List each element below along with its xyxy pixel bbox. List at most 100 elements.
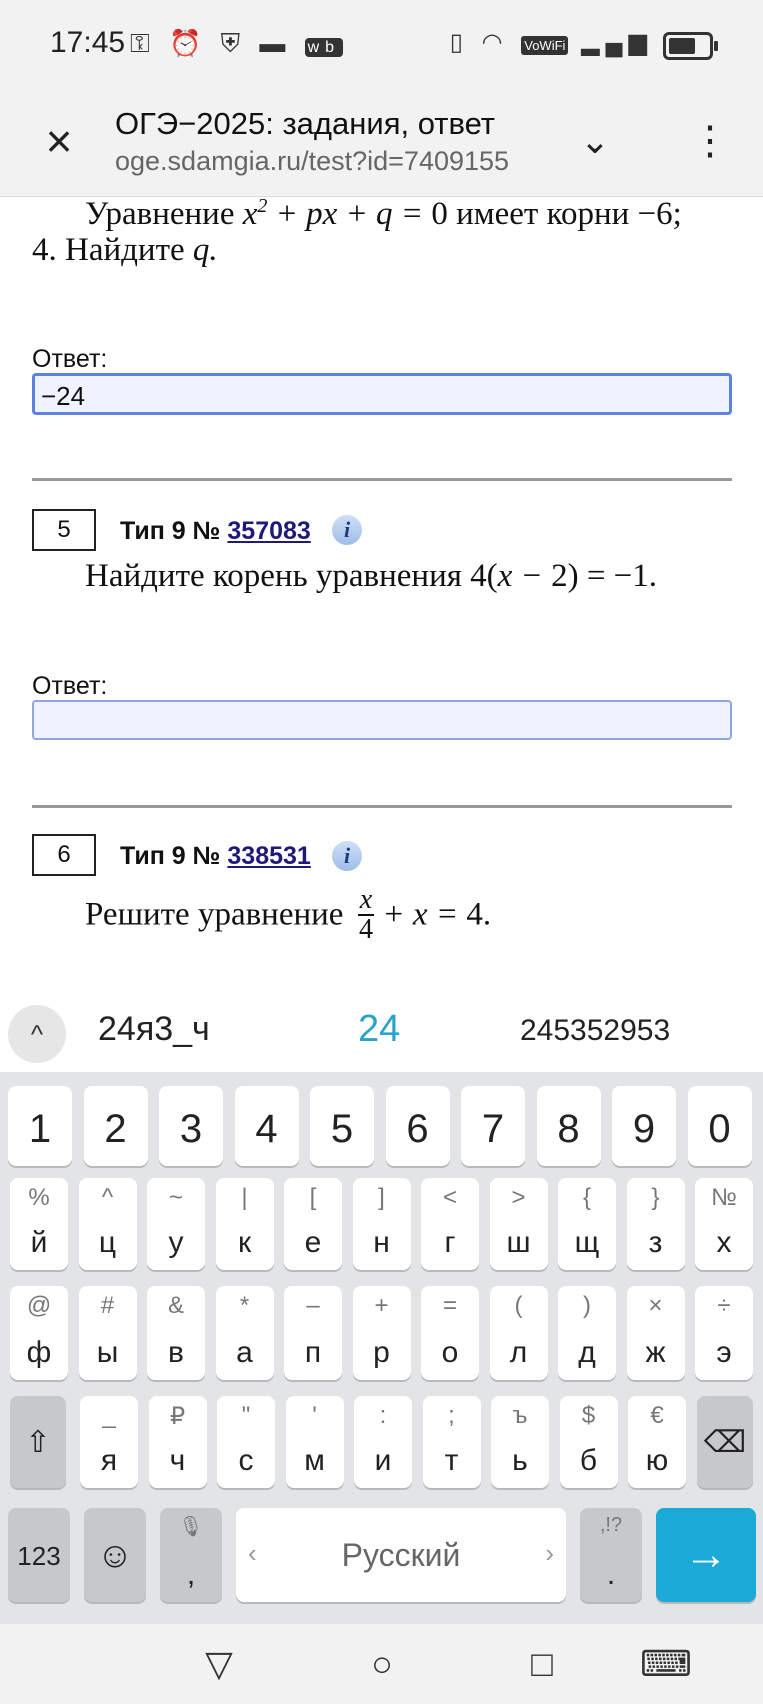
task5-id-link[interactable]: 357083 — [227, 517, 310, 545]
keyboard: 1234567890 % й ^ ц ~ у | к[е] н < г > ш{щ} з № х @ ф # ы & в… — [0, 1072, 763, 1624]
key-и[interactable]: :и — [354, 1396, 412, 1488]
space-right-arrow-icon: › — [545, 1538, 554, 1568]
key-1[interactable]: 1 — [8, 1086, 72, 1166]
task4-text-after: имеет корни −6; — [456, 196, 682, 232]
task5-answer-label: Ответ: — [32, 672, 108, 700]
comma-key[interactable]: 🎙 , — [160, 1508, 222, 1602]
key-6[interactable]: 6 — [385, 1086, 450, 1166]
task4-line2: 4. Найдите q. — [32, 232, 218, 269]
key-3[interactable]: 3 — [159, 1086, 223, 1166]
key-ц[interactable]: ^ ц — [78, 1178, 137, 1270]
suggestion-item-primary[interactable]: 24 — [358, 1008, 400, 1051]
suggestion-item[interactable]: 24я3_ч — [98, 1010, 210, 1049]
vibrate-icon: ▯ — [449, 29, 469, 56]
key-ф[interactable]: @ ф — [10, 1286, 68, 1380]
back-icon[interactable]: ▽ — [189, 1636, 249, 1692]
key-2[interactable]: 2 — [83, 1086, 148, 1166]
key-о[interactable]: = о — [421, 1286, 479, 1380]
close-icon[interactable]: × — [34, 116, 84, 166]
key-е[interactable]: [е — [284, 1178, 342, 1270]
task6-id-link[interactable]: 338531 — [227, 842, 310, 870]
key-д[interactable]: ) д — [558, 1286, 616, 1380]
page-title: ОГЭ−2025: задания, ответ — [115, 106, 495, 141]
task5-number: 5 — [32, 509, 96, 551]
task4-answer-input[interactable]: −24 — [32, 373, 732, 415]
recents-icon[interactable]: □ — [512, 1636, 572, 1692]
key-к[interactable]: | к — [215, 1178, 274, 1270]
key-б[interactable]: $ б — [559, 1396, 618, 1488]
key-п[interactable]: – п — [284, 1286, 342, 1380]
key-н[interactable]: ] н — [352, 1178, 411, 1270]
key-ю[interactable]: € ю — [628, 1396, 686, 1488]
microphone-icon: 🎙 — [178, 1516, 204, 1538]
key-8[interactable]: 8 — [536, 1086, 601, 1166]
key-ч[interactable]: ₽ ч — [148, 1396, 207, 1488]
key-л[interactable]: (л — [489, 1286, 548, 1380]
key-5[interactable]: 5 — [310, 1086, 374, 1166]
status-left-icons: ⚿ ⏰ ⛨ ▬ wb — [130, 28, 344, 60]
key-т[interactable]: ; т — [422, 1396, 481, 1488]
task6-question-text: Решите уравнение — [85, 896, 344, 933]
enter-key[interactable]: → — [656, 1508, 756, 1602]
period-key[interactable]: ,!? . — [580, 1508, 642, 1602]
task5-answer-input[interactable] — [32, 700, 732, 740]
task4-text: Уравнение — [85, 196, 235, 232]
key-9[interactable]: 9 — [612, 1086, 676, 1166]
folder-icon: ▬ — [259, 28, 292, 58]
emoji-key[interactable]: ☺ — [84, 1508, 146, 1602]
keyboard-switch-icon[interactable]: ⌨ — [636, 1636, 696, 1692]
task5-question: Найдите корень уравнения 4(x − 2) = −1. — [85, 558, 657, 595]
task4-variable: q. — [192, 232, 218, 268]
browser-toolbar: × ОГЭ−2025: задания, ответ oge.sdamgia.r… — [0, 88, 763, 197]
key-х[interactable]: № х — [695, 1178, 753, 1270]
key-р[interactable]: + р — [352, 1286, 411, 1380]
key-а[interactable]: * а — [215, 1286, 274, 1380]
space-key[interactable]: ‹ Русский › — [236, 1508, 566, 1602]
task6-type: Тип 9 № 338531 — [120, 842, 311, 871]
page-url[interactable]: oge.sdamgia.ru/test?id=7409155 — [115, 146, 530, 177]
mode-123-key[interactable]: 123 — [8, 1508, 70, 1602]
key-щ[interactable]: {щ — [558, 1178, 616, 1270]
key-ь[interactable]: ъь — [491, 1396, 549, 1488]
key-у[interactable]: ~ у — [147, 1178, 205, 1270]
task6-question: Решите уравнение x 4 + x = 4. — [85, 886, 491, 944]
wb-icon: wb — [304, 38, 344, 57]
task5-info-icon[interactable]: i — [332, 515, 362, 545]
shift-key[interactable]: ⇧ — [10, 1396, 66, 1488]
expand-toolbar-button[interactable]: ^ — [8, 1005, 66, 1063]
task6-info-icon[interactable]: i — [332, 841, 362, 871]
task5-type-label: Тип 9 № — [120, 517, 221, 545]
key-с[interactable]: " с — [217, 1396, 275, 1488]
home-icon[interactable]: ○ — [352, 1636, 412, 1692]
key-0[interactable]: 0 — [687, 1086, 752, 1166]
suggestion-item[interactable]: 245352953 — [520, 1014, 670, 1048]
shield-icon: ⛨ — [220, 28, 247, 58]
key-ж[interactable]: × ж — [626, 1286, 685, 1380]
key-4[interactable]: 4 — [234, 1086, 299, 1166]
task4-answer-label: Ответ: — [32, 345, 108, 373]
chevron-down-icon[interactable]: ⌄ — [570, 116, 620, 166]
task6-type-label: Тип 9 № — [120, 842, 221, 870]
key-7[interactable]: 7 — [461, 1086, 525, 1166]
key-м[interactable]: ' м — [285, 1396, 344, 1488]
alarm-icon: ⏰ — [169, 28, 208, 58]
key-ы[interactable]: # ы — [78, 1286, 137, 1380]
key-в[interactable]: & в — [147, 1286, 205, 1380]
backspace-key[interactable]: ⌫ — [697, 1396, 753, 1488]
battery-icon — [663, 32, 718, 60]
status-right-icons: ▯ ◠ VoWiFi ▂▄▆ — [450, 28, 653, 57]
divider — [32, 805, 732, 808]
divider — [32, 478, 732, 481]
key-ш[interactable]: > ш — [489, 1178, 548, 1270]
key-я[interactable]: _ я — [80, 1396, 138, 1488]
key-г[interactable]: < г — [421, 1178, 479, 1270]
shift-icon: ⇧ — [25, 1426, 51, 1459]
task6-number: 6 — [32, 834, 96, 876]
key-э[interactable]: ÷ э — [695, 1286, 753, 1380]
key-з[interactable]: } з — [626, 1178, 685, 1270]
key-й[interactable]: % й — [10, 1178, 68, 1270]
task5-type: Тип 9 № 357083 — [120, 517, 311, 546]
more-menu-icon[interactable]: ⋮ — [690, 116, 730, 166]
navigation-bar: ▽ ○ □ ⌨ — [0, 1624, 763, 1704]
status-bar: 17:45 ⚿ ⏰ ⛨ ▬ wb ▯ ◠ VoWiFi ▂▄▆ — [0, 0, 763, 88]
